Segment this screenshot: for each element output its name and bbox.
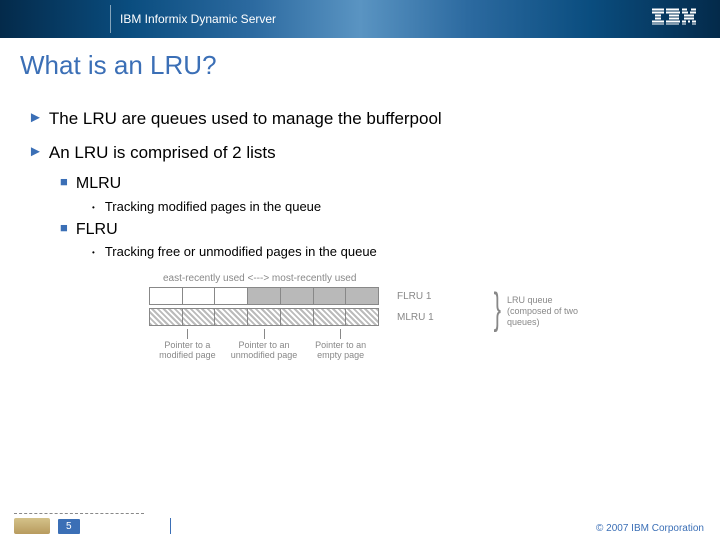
callout-text: Pointer to a modified page <box>149 341 226 361</box>
queue-cell <box>281 288 314 304</box>
callout-text: Pointer to an empty page <box>302 341 379 361</box>
queue-cell <box>183 309 216 325</box>
queue-cell <box>248 288 281 304</box>
queue-cell <box>150 288 183 304</box>
brace-icon: } <box>494 289 501 329</box>
callout: Pointer to a modified page <box>149 329 226 361</box>
dot-bullet-icon: • <box>92 248 95 257</box>
header-product-name: IBM Informix Dynamic Server <box>120 12 276 26</box>
bullet-text: An LRU is comprised of 2 lists <box>49 143 276 163</box>
slide-content: ► The LRU are queues used to manage the … <box>0 85 720 361</box>
bullet-level2: ■ MLRU <box>60 174 700 195</box>
triangle-bullet-icon: ► <box>28 109 43 127</box>
bullet-text: The LRU are queues used to manage the bu… <box>49 109 442 129</box>
triangle-bullet-icon: ► <box>28 143 43 161</box>
bullet-level1: ► An LRU is comprised of 2 lists <box>28 143 700 163</box>
header-divider <box>110 5 111 33</box>
diagram-top-label: east-recently used <---> most-recently u… <box>163 273 579 284</box>
queue-cell <box>150 309 183 325</box>
queue-cell <box>314 309 347 325</box>
slide-footer: 5 © 2007 IBM Corporation <box>0 512 720 540</box>
lru-diagram: east-recently used <---> most-recently u… <box>149 273 579 361</box>
callout-line <box>264 329 265 339</box>
bullet-level2: ■ FLRU <box>60 220 700 241</box>
bullet-text: Tracking modified pages in the queue <box>105 199 321 214</box>
diagram-callouts: Pointer to a modified page Pointer to an… <box>149 329 379 361</box>
queue-cell <box>183 288 216 304</box>
mlru-bar <box>149 308 379 326</box>
copyright-text: © 2007 IBM Corporation <box>596 523 704 534</box>
dot-bullet-icon: • <box>92 203 95 212</box>
queue-cell <box>346 288 378 304</box>
callout: Pointer to an unmodified page <box>226 329 303 361</box>
bullet-text: MLRU <box>76 174 121 195</box>
diagram-row-label: FLRU 1 <box>397 291 443 302</box>
callout-line <box>187 329 188 339</box>
ibm-logo <box>652 9 696 30</box>
queue-cell <box>215 288 248 304</box>
bullet-level3: • Tracking modified pages in the queue <box>92 199 700 214</box>
queue-cell <box>248 309 281 325</box>
footer-divider <box>170 518 171 534</box>
brace-label: LRU queue (composed of two queues) <box>507 295 579 327</box>
bullet-level1: ► The LRU are queues used to manage the … <box>28 109 700 129</box>
page-number: 5 <box>58 519 80 534</box>
callout: Pointer to an empty page <box>302 329 379 361</box>
callout-line <box>340 329 341 339</box>
square-bullet-icon: ■ <box>60 174 68 191</box>
queue-cell <box>215 309 248 325</box>
callout-text: Pointer to an unmodified page <box>226 341 303 361</box>
queue-cell <box>281 309 314 325</box>
flru-bar <box>149 287 379 305</box>
queue-cell <box>346 309 378 325</box>
bullet-level3: • Tracking free or unmodified pages in t… <box>92 244 700 259</box>
bullet-text: FLRU <box>76 220 118 241</box>
bullet-text: Tracking free or unmodified pages in the… <box>105 244 377 259</box>
slide-title: What is an LRU? <box>0 38 720 85</box>
footer-badge-icon <box>14 518 50 534</box>
slide-header: IBM Informix Dynamic Server <box>0 0 720 38</box>
square-bullet-icon: ■ <box>60 220 68 237</box>
diagram-row-label: MLRU 1 <box>397 312 443 323</box>
queue-cell <box>314 288 347 304</box>
